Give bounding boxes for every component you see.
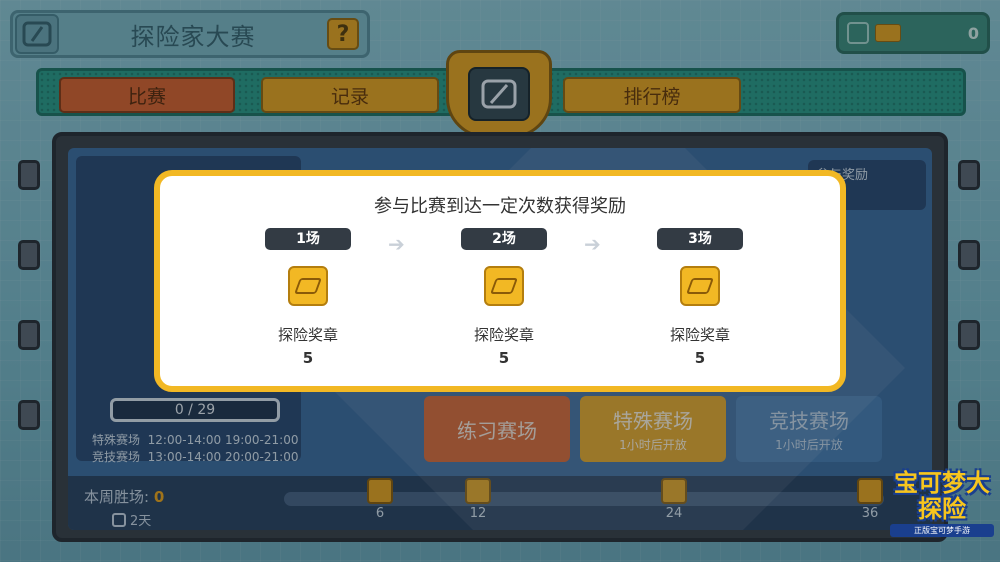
exploration-medal-icon bbox=[484, 266, 524, 306]
reward-tier: 3场 探险奖章 5 bbox=[654, 228, 746, 367]
reward-quantity: 5 bbox=[694, 349, 706, 367]
match-count-label: 3场 bbox=[657, 228, 743, 250]
exploration-medal-icon bbox=[680, 266, 720, 306]
reward-tier: 1场 探险奖章 5 bbox=[262, 228, 354, 367]
reward-quantity: 5 bbox=[302, 349, 314, 367]
match-count-label: 1场 bbox=[265, 228, 351, 250]
game-logo: 宝可梦大探险 正版宝可梦手游 bbox=[890, 470, 994, 548]
arrow-right-icon: ➔ bbox=[388, 232, 405, 256]
exploration-medal-icon bbox=[288, 266, 328, 306]
reward-quantity: 5 bbox=[498, 349, 510, 367]
logo-subtitle: 正版宝可梦手游 bbox=[890, 524, 994, 537]
reward-name: 探险奖章 bbox=[277, 326, 338, 344]
popup-title: 参与比赛到达一定次数获得奖励 bbox=[374, 196, 626, 217]
match-count-label: 2场 bbox=[461, 228, 547, 250]
arrow-right-icon: ➔ bbox=[584, 232, 601, 256]
reward-name: 探险奖章 bbox=[473, 326, 534, 344]
logo-title: 宝可梦大探险 bbox=[894, 469, 990, 523]
reward-name: 探险奖章 bbox=[669, 326, 730, 344]
reward-popup: 参与比赛到达一定次数获得奖励 1场 探险奖章 5 ➔ 2场 探险奖章 5 ➔ 3… bbox=[154, 170, 846, 392]
reward-tier: 2场 探险奖章 5 bbox=[458, 228, 550, 367]
